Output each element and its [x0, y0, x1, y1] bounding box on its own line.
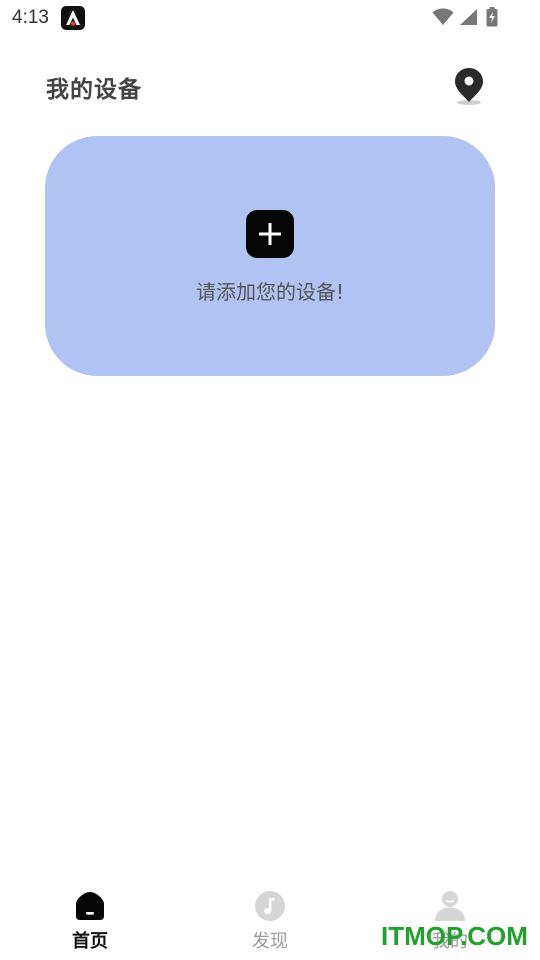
music-note-icon: [255, 891, 285, 921]
nav-item-discover[interactable]: 发现: [210, 890, 330, 954]
home-icon: [76, 892, 104, 920]
user-icon: [435, 891, 465, 921]
battery-charging-icon: [486, 7, 498, 27]
nav-item-home[interactable]: 首页: [30, 890, 150, 954]
cell-signal-icon: [458, 8, 478, 26]
app-header: 我的设备: [0, 56, 540, 120]
add-device-button[interactable]: [246, 210, 294, 258]
wifi-icon: [432, 8, 454, 26]
nav-label-home: 首页: [72, 931, 108, 952]
watermark-text: ITMOP.COM: [381, 921, 528, 951]
status-time: 4:13: [12, 7, 49, 28]
app-notification-icon: [61, 6, 85, 30]
status-bar: 4:13: [0, 0, 540, 36]
add-device-card[interactable]: 请添加您的设备!: [45, 136, 495, 376]
plus-icon: [259, 223, 281, 245]
location-pin-icon: [455, 68, 483, 105]
location-button[interactable]: [452, 66, 486, 106]
add-device-prompt: 请添加您的设备!: [195, 280, 345, 304]
page-title: 我的设备: [46, 77, 142, 103]
status-icons: [432, 7, 498, 27]
nav-label-discover: 发现: [252, 931, 288, 952]
